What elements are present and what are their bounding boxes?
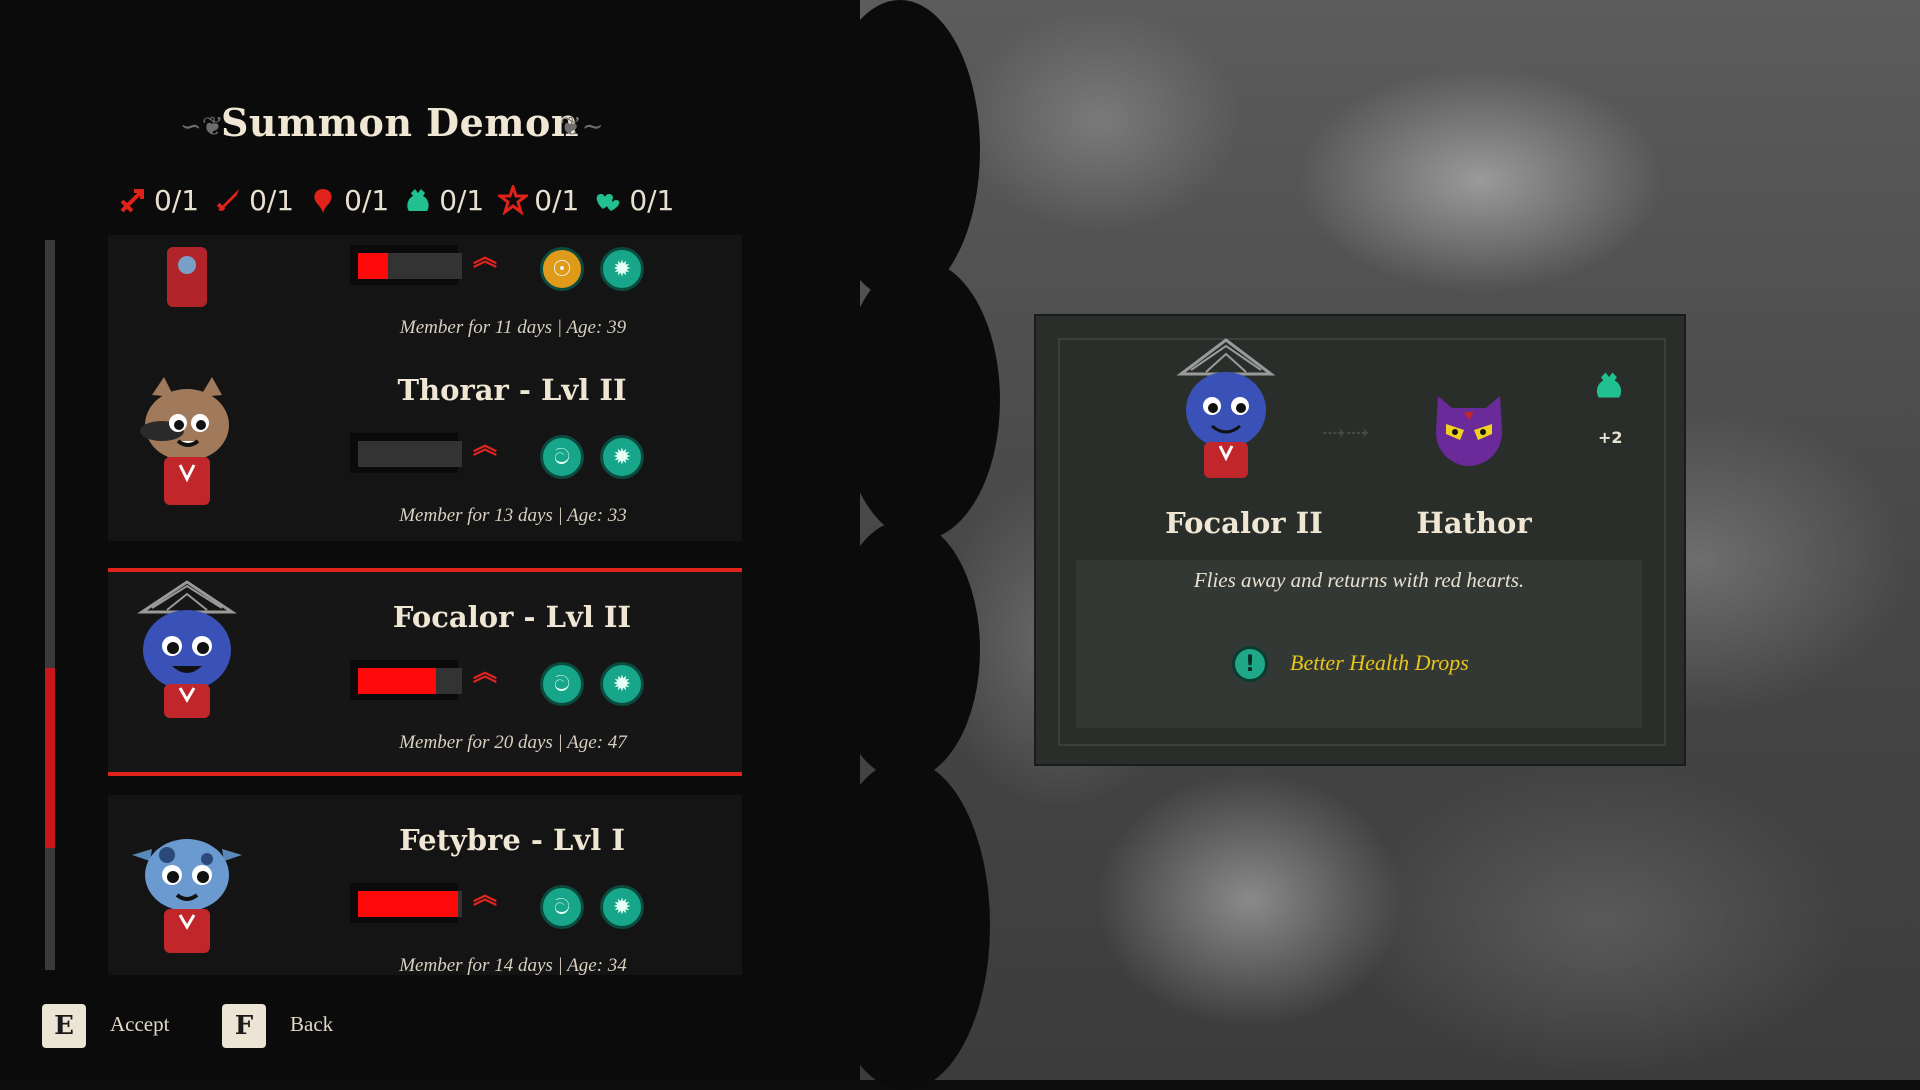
accept-label: Accept: [110, 1012, 170, 1036]
follower-name: Thorar - Lvl II: [397, 373, 627, 407]
counter-heart-drop: 0/1: [308, 184, 389, 217]
page-title: Summon Demon: [220, 100, 579, 145]
back-label: Back: [290, 1012, 334, 1036]
demon-detail-panel: ⇢⇢ +2 Focalor II Hathor Flies away and r…: [1036, 316, 1684, 764]
trait-icon-sun[interactable]: ✹: [600, 662, 644, 706]
follower-info: Member for 20 days | Age: 47: [399, 732, 627, 753]
follower-card-focalor-selected[interactable]: Focalor - Lvl II ︽ ට ✹ Member for 20 day…: [108, 568, 742, 776]
follower-portrait: [167, 247, 207, 307]
trait-icon-sun[interactable]: ✹: [600, 885, 644, 929]
transform-arrow-icon: ⇢⇢: [1322, 416, 1369, 449]
follower-name: Focalor - Lvl II: [392, 600, 632, 634]
counter-value: 0/1: [439, 183, 485, 217]
ink-edge: [820, 760, 990, 1090]
counter-arrows: 0/1: [118, 184, 199, 217]
counter-sword: 0/1: [213, 184, 294, 217]
trait-icon-swirl[interactable]: ට: [540, 435, 584, 479]
ink-edge: [840, 260, 1000, 540]
follower-portrait-web-crown: [137, 580, 237, 718]
follower-portrait-spotted-cow: [132, 839, 242, 953]
counter-hearts: 0/1: [593, 184, 674, 217]
follower-name: Fetybre - Lvl I: [399, 823, 625, 857]
follower-portrait-raccoon: [140, 377, 229, 505]
counter-pouch: 0/1: [403, 184, 484, 217]
level-progress-bar: [350, 883, 462, 923]
follower-info: Member for 14 days | Age: 34: [399, 955, 627, 975]
level-up-chevron-icon: ︽: [473, 431, 497, 459]
accept-key-button[interactable]: E: [42, 1004, 86, 1048]
resource-counters: 0/1 0/1 0/1 0/1 0/1 0/1: [118, 180, 674, 220]
trait-icon[interactable]: ✹: [600, 247, 644, 291]
list-scrollbar-thumb[interactable]: [45, 668, 55, 848]
follower-portrait-focalor: [1176, 338, 1276, 478]
counter-value: 0/1: [534, 183, 580, 217]
red-sword-icon: [216, 189, 240, 212]
bonus-text: Better Health Drops: [1290, 650, 1469, 675]
green-hearts-icon: [597, 194, 620, 211]
level-up-chevron-icon: ︽: [473, 658, 497, 686]
level-up-chevron-icon: ︽: [473, 881, 497, 909]
level-progress-bar: [350, 245, 462, 285]
follower-name: Focalor II: [1165, 506, 1323, 540]
follower-card[interactable]: ︽ ☉ ✹ Member for 11 days | Age: 39: [108, 235, 742, 353]
exclamation-icon: !: [1232, 646, 1268, 682]
title-flourish-right: ❦∼: [560, 112, 604, 142]
ink-edge: [830, 520, 980, 780]
demon-name: Hathor: [1416, 506, 1532, 540]
list-scrollbar-track[interactable]: [45, 240, 55, 970]
counter-value: 0/1: [629, 183, 675, 217]
level-progress-bar: [350, 433, 462, 473]
trait-icon-swirl[interactable]: ට: [540, 662, 584, 706]
follower-card-thorar[interactable]: Thorar - Lvl II ︽ ට ✹ Member for 13 days…: [108, 345, 742, 541]
counter-value: 0/1: [249, 183, 295, 217]
trait-icon-sun[interactable]: ✹: [600, 435, 644, 479]
counter-value: 0/1: [154, 183, 200, 217]
demon-portrait-hathor: [1436, 396, 1502, 466]
follower-list: ︽ ☉ ✹ Member for 11 days | Age: 39 Thora…: [108, 235, 742, 975]
trait-icon[interactable]: ☉: [540, 247, 584, 291]
red-arrows-icon: [120, 189, 144, 213]
follower-info: Member for 11 days | Age: 39: [399, 317, 627, 338]
green-pouch-icon: [1596, 372, 1622, 398]
red-star-burst-icon: [498, 185, 529, 215]
bonus-count: +2: [1598, 428, 1623, 447]
back-key-button[interactable]: F: [222, 1004, 266, 1048]
ink-edge: [820, 0, 980, 300]
follower-info: Member for 13 days | Age: 33: [399, 505, 627, 526]
trait-icon-swirl[interactable]: ට: [540, 885, 584, 929]
follower-card-fetybre[interactable]: Fetybre - Lvl I ︽ ට ✹ Member for 14 days…: [108, 795, 742, 975]
demon-description: Flies away and returns with red hearts.: [1193, 568, 1525, 592]
counter-value: 0/1: [344, 183, 390, 217]
counter-star-burst: 0/1: [498, 184, 579, 217]
level-progress-bar: [350, 660, 462, 700]
level-up-chevron-icon: ︽: [473, 243, 497, 271]
red-heart-drop-icon: [314, 189, 332, 213]
green-pouch-icon: [407, 189, 429, 211]
